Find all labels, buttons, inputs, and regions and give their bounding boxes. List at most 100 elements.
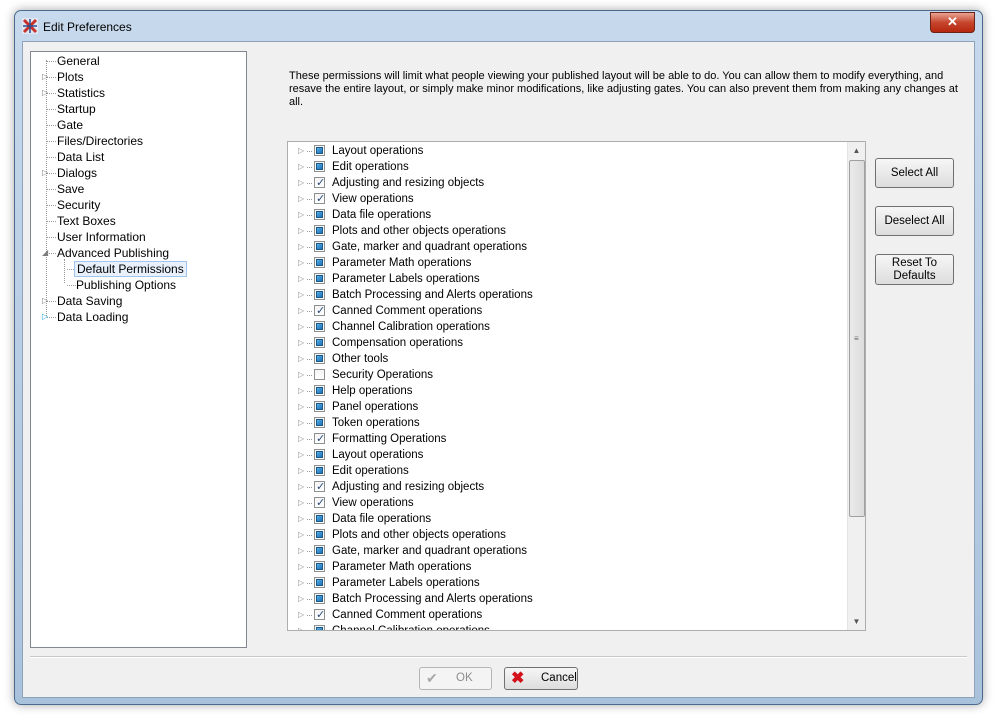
permission-checkbox-checked[interactable]	[314, 431, 325, 447]
permission-row[interactable]: ▷ Layout operations	[288, 447, 843, 463]
permission-row[interactable]: ▷ Parameter Math operations	[288, 255, 843, 271]
expand-arrow-icon[interactable]: ▷	[298, 559, 306, 575]
expand-arrow-icon[interactable]: ▷	[298, 495, 306, 511]
tree-item-gate[interactable]: Gate	[31, 117, 241, 133]
tree-item-advanced-publishing[interactable]: ◢ Advanced Publishing	[31, 245, 241, 261]
expand-arrow-icon[interactable]: ▷	[298, 303, 306, 319]
permission-checkbox-partial[interactable]	[314, 593, 325, 604]
expand-arrow-icon[interactable]: ▷	[298, 143, 306, 159]
tree-item-plots[interactable]: ▷ Plots	[31, 69, 241, 85]
expand-arrow-icon[interactable]: ▷	[298, 511, 306, 527]
permission-checkbox-partial[interactable]	[314, 529, 325, 540]
permission-row[interactable]: ▷ Gate, marker and quadrant operations	[288, 239, 843, 255]
permission-row[interactable]: ▷ Formatting Operations	[288, 431, 843, 447]
expand-arrow-icon[interactable]: ▷	[298, 159, 306, 175]
permission-checkbox-partial[interactable]	[314, 417, 325, 428]
permission-checkbox-partial[interactable]	[314, 161, 325, 172]
permission-checkbox-unchecked[interactable]	[314, 369, 325, 380]
permission-checkbox-partial[interactable]	[314, 353, 325, 364]
expand-arrow-icon[interactable]: ▷	[298, 607, 306, 623]
tree-item-publishing-options[interactable]: Publishing Options	[31, 277, 241, 293]
tree-item-files-directories[interactable]: Files/Directories	[31, 133, 241, 149]
expand-arrow-icon[interactable]: ▷	[298, 255, 306, 271]
permission-row[interactable]: ▷ Token operations	[288, 415, 843, 431]
permission-row[interactable]: ▷ Adjusting and resizing objects	[288, 175, 843, 191]
expand-arrow-icon[interactable]: ▷	[298, 335, 306, 351]
permission-checkbox-partial[interactable]	[314, 625, 325, 630]
permission-checkbox-checked[interactable]	[314, 607, 325, 623]
permission-checkbox-partial[interactable]	[314, 337, 325, 348]
permission-checkbox-partial[interactable]	[314, 257, 325, 268]
preferences-tree[interactable]: General ▷ Plots ▷ Statistics Startup Gate Files…	[30, 51, 247, 648]
expand-arrow-icon[interactable]: ▷	[298, 383, 306, 399]
permission-checkbox-checked[interactable]	[314, 479, 325, 495]
permission-row[interactable]: ▷ Channel Calibration operations	[288, 623, 843, 630]
tree-item-save[interactable]: Save	[31, 181, 241, 197]
expand-arrow-icon[interactable]: ▷	[298, 575, 306, 591]
tree-item-user-information[interactable]: User Information	[31, 229, 241, 245]
permission-row[interactable]: ▷ Batch Processing and Alerts operations	[288, 287, 843, 303]
permission-row[interactable]: ▷ Adjusting and resizing objects	[288, 479, 843, 495]
permission-checkbox-partial[interactable]	[314, 289, 325, 300]
permission-row[interactable]: ▷ Parameter Labels operations	[288, 271, 843, 287]
permission-checkbox-checked[interactable]	[314, 191, 325, 207]
expand-arrow-icon[interactable]: ▷	[298, 431, 306, 447]
tree-item-statistics[interactable]: ▷ Statistics	[31, 85, 241, 101]
permission-row[interactable]: ▷ View operations	[288, 191, 843, 207]
expand-arrow-icon[interactable]: ▷	[298, 463, 306, 479]
permission-row[interactable]: ▷ Canned Comment operations	[288, 607, 843, 623]
permission-checkbox-partial[interactable]	[314, 225, 325, 236]
permission-checkbox-partial[interactable]	[314, 513, 325, 524]
expand-arrow-icon[interactable]: ▷	[298, 351, 306, 367]
expand-arrow-icon[interactable]: ▷	[298, 175, 306, 191]
permission-checkbox-partial[interactable]	[314, 545, 325, 556]
permission-checkbox-partial[interactable]	[314, 273, 325, 284]
permission-row[interactable]: ▷ Parameter Math operations	[288, 559, 843, 575]
cancel-button[interactable]: ✖ Cancel	[504, 667, 578, 690]
permission-checkbox-partial[interactable]	[314, 449, 325, 460]
select-all-button[interactable]: Select All	[875, 158, 954, 188]
expand-arrow-icon[interactable]: ▷	[298, 319, 306, 335]
permission-checkbox-partial[interactable]	[314, 577, 325, 588]
close-button[interactable]: ✕	[930, 12, 975, 33]
scroll-down-icon[interactable]: ▼	[848, 613, 865, 630]
permission-checkbox-checked[interactable]	[314, 303, 325, 319]
expand-arrow-icon[interactable]: ▷	[298, 367, 306, 383]
expand-arrow-icon[interactable]: ▷	[298, 191, 306, 207]
permission-checkbox-partial[interactable]	[314, 209, 325, 220]
permission-checkbox-partial[interactable]	[314, 145, 325, 156]
permission-row[interactable]: ▷ Channel Calibration operations	[288, 319, 843, 335]
tree-item-default-permissions[interactable]: Default Permissions	[31, 261, 241, 277]
tree-item-startup[interactable]: Startup	[31, 101, 241, 117]
permission-row[interactable]: ▷ Canned Comment operations	[288, 303, 843, 319]
expand-arrow-icon[interactable]: ▷	[298, 399, 306, 415]
permission-checkbox-partial[interactable]	[314, 241, 325, 252]
permission-checkbox-partial[interactable]	[314, 561, 325, 572]
expand-arrow-icon[interactable]: ▷	[298, 415, 306, 431]
permission-checkbox-partial[interactable]	[314, 465, 325, 476]
expand-arrow-icon[interactable]: ▷	[298, 271, 306, 287]
permission-checkbox-partial[interactable]	[314, 401, 325, 412]
permission-row[interactable]: ▷ Layout operations	[288, 143, 843, 159]
scrollbar-thumb[interactable]: ≡	[849, 160, 865, 517]
permission-row[interactable]: ▷ Data file operations	[288, 207, 843, 223]
tree-item-data-loading[interactable]: ▷ Data Loading	[31, 309, 241, 325]
permission-row[interactable]: ▷ Edit operations	[288, 159, 843, 175]
permission-row[interactable]: ▷ View operations	[288, 495, 843, 511]
scroll-up-icon[interactable]: ▲	[848, 142, 865, 159]
permission-row[interactable]: ▷ Help operations	[288, 383, 843, 399]
expand-arrow-icon[interactable]: ▷	[298, 223, 306, 239]
permission-checkbox-partial[interactable]	[314, 321, 325, 332]
tree-item-general[interactable]: General	[31, 53, 241, 69]
expand-arrow-icon[interactable]: ▷	[298, 527, 306, 543]
permission-checkbox-checked[interactable]	[314, 495, 325, 511]
tree-item-security[interactable]: Security	[31, 197, 241, 213]
permission-row[interactable]: ▷ Plots and other objects operations	[288, 527, 843, 543]
expand-arrow-icon[interactable]: ▷	[298, 239, 306, 255]
tree-item-dialogs[interactable]: ▷ Dialogs	[31, 165, 241, 181]
reset-to-defaults-button[interactable]: Reset To Defaults	[875, 254, 954, 285]
expand-arrow-icon[interactable]: ▷	[298, 287, 306, 303]
permission-checkbox-checked[interactable]	[314, 175, 325, 191]
permission-checkbox-partial[interactable]	[314, 385, 325, 396]
expand-arrow-icon[interactable]: ▷	[298, 623, 306, 630]
